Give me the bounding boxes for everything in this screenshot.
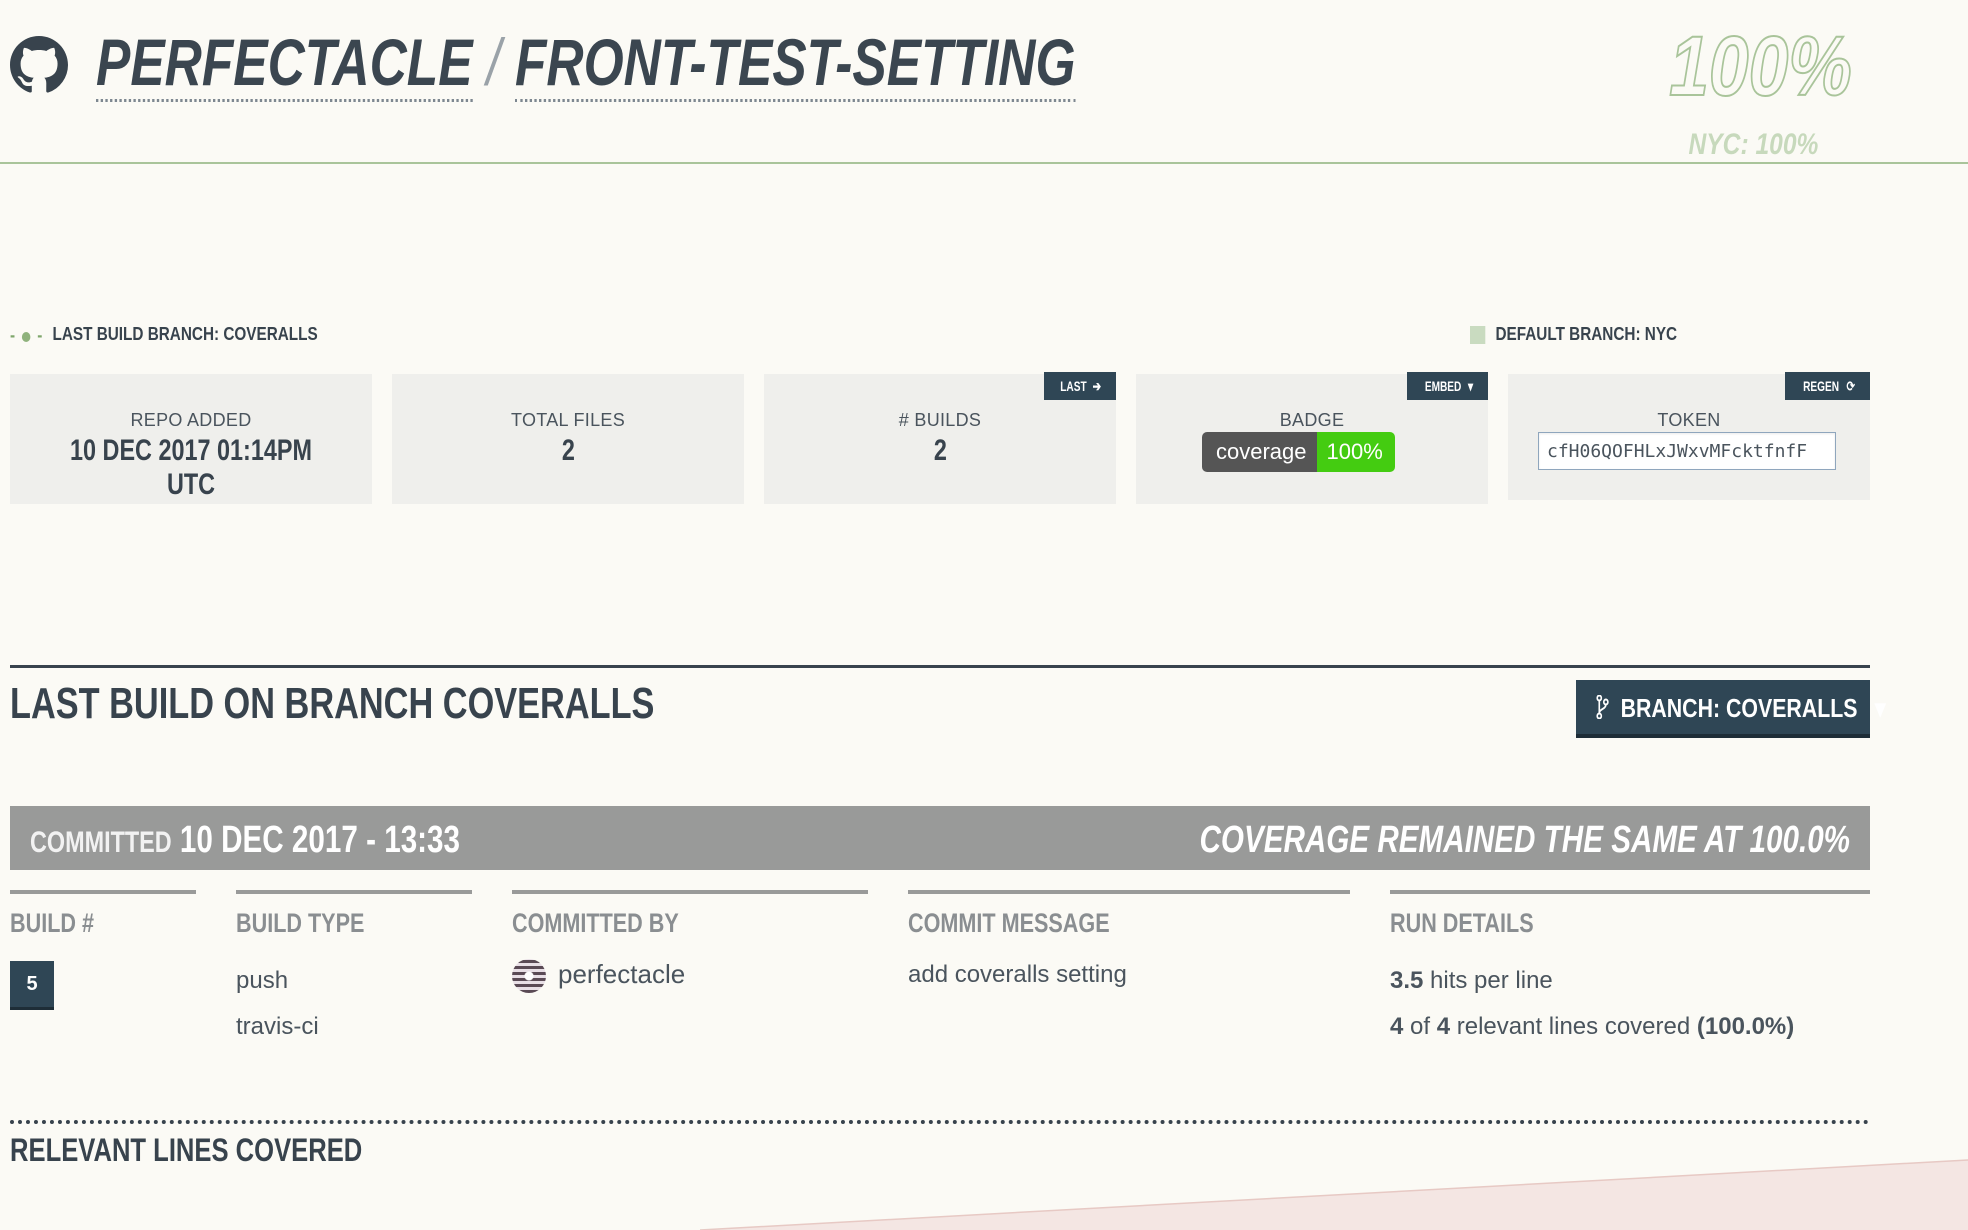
default-branch-swatch-icon (1470, 326, 1486, 345)
commit-date: 10 DEC 2017 - 13:33 (179, 819, 461, 861)
run-details-heading: RUN DETAILS (1390, 908, 1534, 938)
coverage-badge[interactable]: coverage 100% (1202, 432, 1395, 472)
of-text: of (1403, 1013, 1437, 1040)
badge-right-text: 100% (1316, 432, 1395, 472)
section-divider (10, 665, 1870, 668)
regen-button-label: REGEN (1802, 378, 1839, 394)
total-files-value: 2 (561, 434, 575, 467)
repo-header: PERFECTACLE / FRONT-TEST-SETTING 100% NYC:… (0, 0, 1968, 164)
background-decoration (699, 1159, 1968, 1230)
build-service-value: travis-ci (236, 1013, 319, 1040)
last-build-button-label: LAST (1060, 378, 1087, 394)
repo-added-card: REPO ADDED 10 DEC 2017 01:14PM UTC (10, 374, 372, 504)
hits-suffix: hits per line (1423, 967, 1553, 994)
caret-down-icon: ▾ (1467, 378, 1473, 394)
git-branch-icon (1596, 694, 1612, 725)
section-title: LAST BUILD ON BRANCH COVERALLS (10, 679, 655, 728)
build-type-value: push (236, 967, 289, 994)
commit-message-heading: COMMIT MESSAGE (908, 908, 1110, 938)
hits-value: 3.5 (1390, 967, 1424, 994)
repo-link[interactable]: FRONT-TEST-SETTING (514, 25, 1076, 102)
coverage-status: COVERAGE REMAINED THE SAME AT 100.0% (1199, 819, 1850, 861)
branch-line-icon: - - (10, 325, 43, 346)
token-label: TOKEN (1657, 410, 1721, 430)
relevant-count: 4 (1436, 1013, 1451, 1040)
covered-suffix: relevant lines covered (1450, 1013, 1697, 1040)
hits-per-line: 3.5 hits per line (1390, 967, 1870, 995)
build-number-button[interactable]: 5 (10, 961, 54, 1010)
coverage-percentage: 100% (1669, 18, 1853, 114)
committed-label: COMMITTED (30, 826, 172, 859)
branch-select-button[interactable]: BRANCH: COVERALLS ▾ (1576, 680, 1886, 738)
covered-count: 4 (1390, 1013, 1404, 1040)
caret-down-icon: ▾ (1874, 693, 1886, 723)
build-number-heading: BUILD # (10, 908, 95, 938)
builds-card: LAST ➔ # BUILDS 2 (764, 372, 1116, 504)
badge-left-text: coverage (1202, 432, 1317, 472)
default-branch-label: DEFAULT BRANCH: NYC (1495, 324, 1678, 344)
committer-name[interactable]: perfectacle (558, 959, 685, 989)
refresh-icon: ⟳ (1845, 378, 1855, 394)
default-branch: DEFAULT BRANCH: NYC (1470, 322, 1677, 346)
dotted-divider (10, 1120, 1870, 1124)
badge-card: EMBED ▾ BADGE coverage 100% (1136, 372, 1488, 504)
relevant-lines-heading: RELEVANT LINES COVERED (10, 1132, 363, 1168)
embed-button-label: EMBED (1424, 378, 1461, 394)
github-icon[interactable] (10, 36, 68, 94)
repo-added-value: 10 DEC 2017 01:14PM UTC (70, 434, 312, 501)
committed-by-column: COMMITTED BY perfectacle (512, 890, 868, 994)
builds-value: 2 (933, 434, 947, 467)
title-separator: / (486, 25, 501, 99)
badge-label: BADGE (1279, 410, 1345, 430)
covered-percentage: (100.0%) (1696, 1013, 1795, 1040)
branch-select-label: BRANCH: COVERALLS (1620, 693, 1858, 723)
repo-title: PERFECTACLE / FRONT-TEST-SETTING (96, 22, 1076, 102)
commit-bar: COMMITTED 10 DEC 2017 - 13:33 COVERAGE R… (10, 806, 1870, 870)
owner-link[interactable]: PERFECTACLE (96, 25, 473, 102)
last-build-branch-label: LAST BUILD BRANCH: COVERALLS (52, 324, 318, 344)
total-files-card: TOTAL FILES 2 (392, 374, 744, 504)
last-build-button[interactable]: LAST ➔ (1043, 372, 1116, 400)
avatar (512, 959, 546, 994)
arrow-circle-right-icon: ➔ (1092, 378, 1102, 394)
build-number-column: BUILD # 5 (10, 890, 196, 1010)
run-details-column: RUN DETAILS 3.5 hits per line 4 of 4 rel… (1390, 890, 1870, 1041)
coverage-sub-label: NYC: 100% (1688, 128, 1818, 161)
build-type-column: BUILD TYPE push travis-ci (236, 890, 472, 1041)
repo-added-label: REPO ADDED (130, 410, 252, 430)
last-build-branch: - - LAST BUILD BRANCH: COVERALLS (10, 322, 318, 347)
token-card: REGEN ⟳ TOKEN cfH06QOFHLxJWxvMFcktfnfF (1508, 372, 1870, 500)
total-files-label: TOTAL FILES (511, 410, 625, 430)
token-field[interactable]: cfH06QOFHLxJWxvMFcktfnfF (1538, 432, 1836, 470)
lines-covered: 4 of 4 relevant lines covered (100.0%) (1390, 1013, 1870, 1041)
commit-message-text[interactable]: add coveralls setting (908, 961, 1350, 989)
builds-label: # BUILDS (898, 410, 982, 430)
regen-button[interactable]: REGEN ⟳ (1784, 372, 1870, 400)
committed-by-heading: COMMITTED BY (512, 908, 679, 938)
commit-message-column: COMMIT MESSAGE add coveralls setting (908, 890, 1350, 989)
build-type-heading: BUILD TYPE (236, 908, 365, 938)
embed-button[interactable]: EMBED ▾ (1406, 372, 1488, 400)
